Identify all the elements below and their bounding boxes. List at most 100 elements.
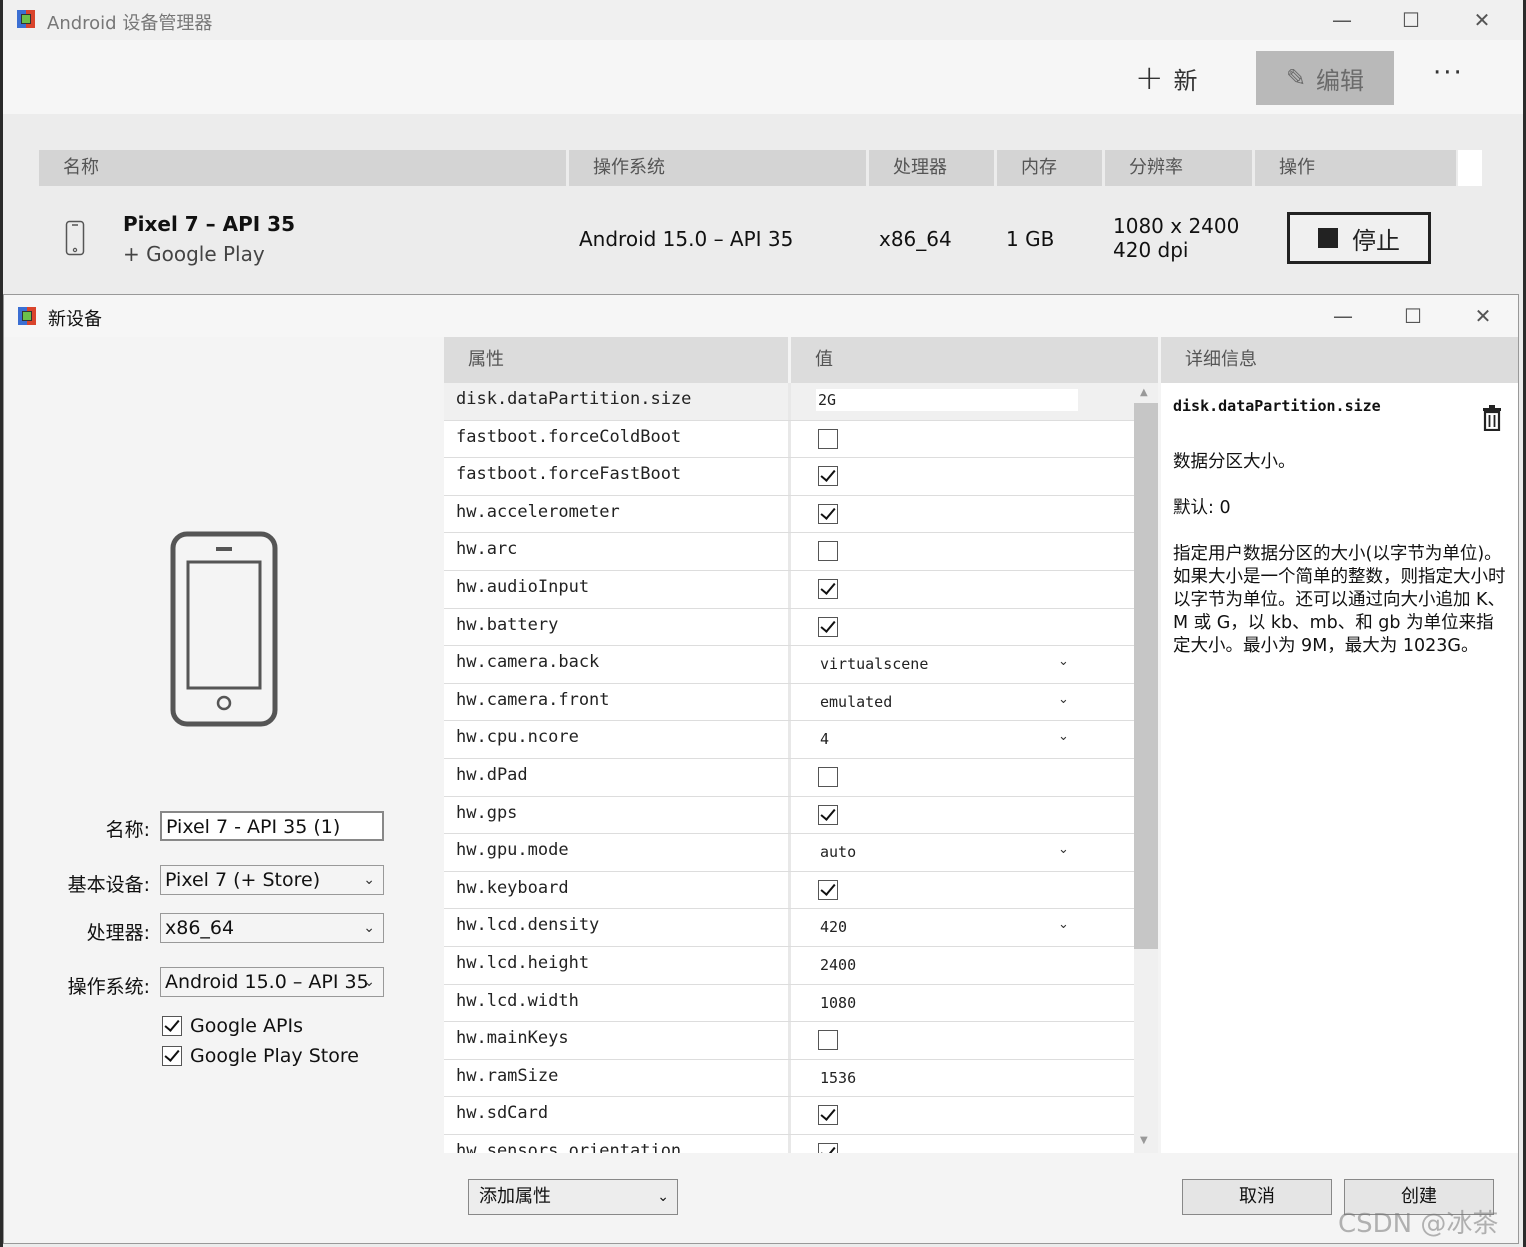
dialog-minimize-button[interactable]: —	[1310, 296, 1376, 336]
column-header-resolution[interactable]: 分辨率	[1105, 150, 1255, 186]
property-row[interactable]: hw.camera.back virtualscene ⌄	[444, 646, 1134, 684]
stop-button[interactable]: 停止	[1287, 212, 1431, 264]
property-row[interactable]: fastboot.forceColdBoot	[444, 420, 1134, 459]
device-cpu: x86_64	[879, 227, 952, 251]
os-select[interactable]: Android 15.0 – API 35 ⌄	[160, 967, 384, 997]
property-row[interactable]: hw.lcd.width 1080	[444, 984, 1134, 1023]
property-row[interactable]: hw.arc	[444, 533, 1134, 571]
column-header-os[interactable]: 操作系统	[569, 150, 869, 186]
property-checkbox[interactable]	[818, 1142, 838, 1153]
properties-table: 属性 值 disk.dataPartition.size 2G fastboot.f…	[444, 337, 1158, 1153]
property-checkbox[interactable]	[818, 503, 838, 524]
stop-icon	[1318, 228, 1338, 248]
property-row[interactable]: hw.sensors.orientation	[444, 1134, 1134, 1153]
property-checkbox[interactable]	[818, 804, 838, 825]
processor-value: x86_64	[165, 917, 235, 939]
column-header-value[interactable]: 值	[791, 337, 1158, 383]
android-studio-logo-icon	[17, 10, 35, 28]
property-row[interactable]: hw.mainKeys	[444, 1022, 1134, 1060]
maximize-button[interactable]: ☐	[1378, 0, 1444, 40]
property-row[interactable]: hw.sdCard	[444, 1097, 1134, 1135]
property-checkbox[interactable]	[818, 428, 838, 449]
property-row[interactable]: disk.dataPartition.size 2G	[444, 383, 1134, 421]
edit-button[interactable]: ✎ 编辑	[1256, 51, 1394, 105]
property-row[interactable]: hw.dPad	[444, 758, 1134, 797]
property-name: hw.audioInput	[456, 576, 590, 597]
chevron-down-icon[interactable]: ⌄	[1058, 654, 1069, 669]
property-row[interactable]: hw.accelerometer	[444, 495, 1134, 534]
property-checkbox[interactable]	[818, 766, 838, 787]
processor-select[interactable]: x86_64 ⌄	[160, 913, 384, 943]
chevron-down-icon[interactable]: ⌄	[1058, 842, 1069, 857]
google-play-checkbox[interactable]	[162, 1046, 182, 1066]
device-name-input[interactable]: Pixel 7 - API 35 (1)	[160, 811, 384, 841]
property-row[interactable]: hw.gpu.mode auto ⌄	[444, 834, 1134, 872]
cancel-button[interactable]: 取消	[1182, 1179, 1332, 1215]
property-name: hw.accelerometer	[456, 501, 620, 522]
property-value[interactable]: 2400	[820, 956, 856, 974]
chevron-down-icon[interactable]: ⌄	[1058, 917, 1069, 932]
property-checkbox[interactable]	[818, 578, 838, 599]
property-name: hw.keyboard	[456, 877, 569, 898]
property-checkbox[interactable]	[818, 541, 838, 562]
chevron-down-icon[interactable]: ⌄	[1058, 729, 1069, 744]
properties-scrollbar[interactable]: ▲ ▼	[1134, 383, 1158, 1153]
column-header-memory[interactable]: 内存	[997, 150, 1105, 186]
os-label: 操作系统:	[67, 976, 150, 998]
property-select-value[interactable]: virtualscene	[820, 655, 928, 673]
property-text-input[interactable]: 2G	[816, 389, 1078, 411]
phone-preview-icon	[170, 531, 278, 727]
property-checkbox[interactable]	[818, 879, 838, 900]
property-row[interactable]: hw.cpu.ncore 4 ⌄	[444, 721, 1134, 759]
chevron-down-icon[interactable]: ⌄	[1058, 692, 1069, 707]
property-name: hw.camera.front	[456, 689, 610, 710]
property-row[interactable]: hw.ramSize 1536	[444, 1059, 1134, 1098]
property-checkbox[interactable]	[818, 1030, 838, 1051]
dialog-maximize-button[interactable]: ☐	[1380, 296, 1446, 336]
property-value[interactable]: 1080	[820, 994, 856, 1012]
close-button[interactable]: ✕	[1449, 0, 1515, 40]
table-row[interactable]: Pixel 7 – API 35 + Google Play Android 1…	[39, 190, 1456, 294]
google-apis-checkbox-row[interactable]: Google APIs	[162, 1015, 303, 1037]
property-value[interactable]: 1536	[820, 1069, 856, 1087]
minimize-button[interactable]: —	[1309, 0, 1375, 40]
scroll-thumb[interactable]	[1134, 403, 1158, 949]
property-checkbox[interactable]	[818, 1105, 838, 1126]
property-row[interactable]: hw.camera.front emulated ⌄	[444, 683, 1134, 722]
dialog-close-button[interactable]: ✕	[1450, 296, 1516, 336]
property-row[interactable]: hw.lcd.height 2400	[444, 946, 1134, 985]
scroll-up-icon[interactable]: ▲	[1140, 387, 1148, 398]
property-row[interactable]: hw.audioInput	[444, 570, 1134, 609]
add-property-select[interactable]: 添加属性 ⌄	[468, 1179, 678, 1215]
column-header-property[interactable]: 属性	[444, 337, 788, 383]
property-checkbox[interactable]	[818, 616, 838, 637]
property-select-value[interactable]: auto	[820, 843, 856, 861]
column-header-name[interactable]: 名称	[39, 150, 569, 186]
property-checkbox[interactable]	[818, 466, 838, 487]
property-name: hw.mainKeys	[456, 1028, 569, 1049]
column-header-cpu[interactable]: 处理器	[869, 150, 997, 186]
property-row[interactable]: hw.lcd.density 420 ⌄	[444, 909, 1134, 947]
device-os: Android 15.0 – API 35	[579, 227, 794, 251]
property-row[interactable]: hw.keyboard	[444, 871, 1134, 910]
trash-icon[interactable]	[1481, 405, 1503, 431]
google-apis-label: Google APIs	[190, 1015, 303, 1037]
scroll-down-icon[interactable]: ▼	[1140, 1135, 1148, 1146]
device-memory: 1 GB	[1006, 227, 1055, 251]
property-row[interactable]: fastboot.forceFastBoot	[444, 458, 1134, 496]
google-apis-checkbox[interactable]	[162, 1016, 182, 1036]
plus-icon: +	[1135, 58, 1164, 98]
property-row[interactable]: hw.battery	[444, 608, 1134, 647]
new-device-button[interactable]: + 新	[1135, 58, 1198, 98]
property-name: hw.ramSize	[456, 1065, 559, 1086]
more-options-button[interactable]: ···	[1433, 58, 1464, 88]
dialog-titlebar: 新设备 — ☐ ✕	[4, 295, 1518, 337]
property-select-value[interactable]: 420	[820, 918, 847, 936]
property-select-value[interactable]: emulated	[820, 693, 892, 711]
property-row[interactable]: hw.gps	[444, 796, 1134, 835]
google-play-checkbox-row[interactable]: Google Play Store	[162, 1045, 359, 1067]
details-summary: 数据分区大小。	[1173, 452, 1296, 472]
property-select-value[interactable]: 4	[820, 730, 829, 748]
watermark: CSDN @冰茶	[1338, 1209, 1499, 1239]
base-device-select[interactable]: Pixel 7 (+ Store) ⌄	[160, 865, 384, 895]
